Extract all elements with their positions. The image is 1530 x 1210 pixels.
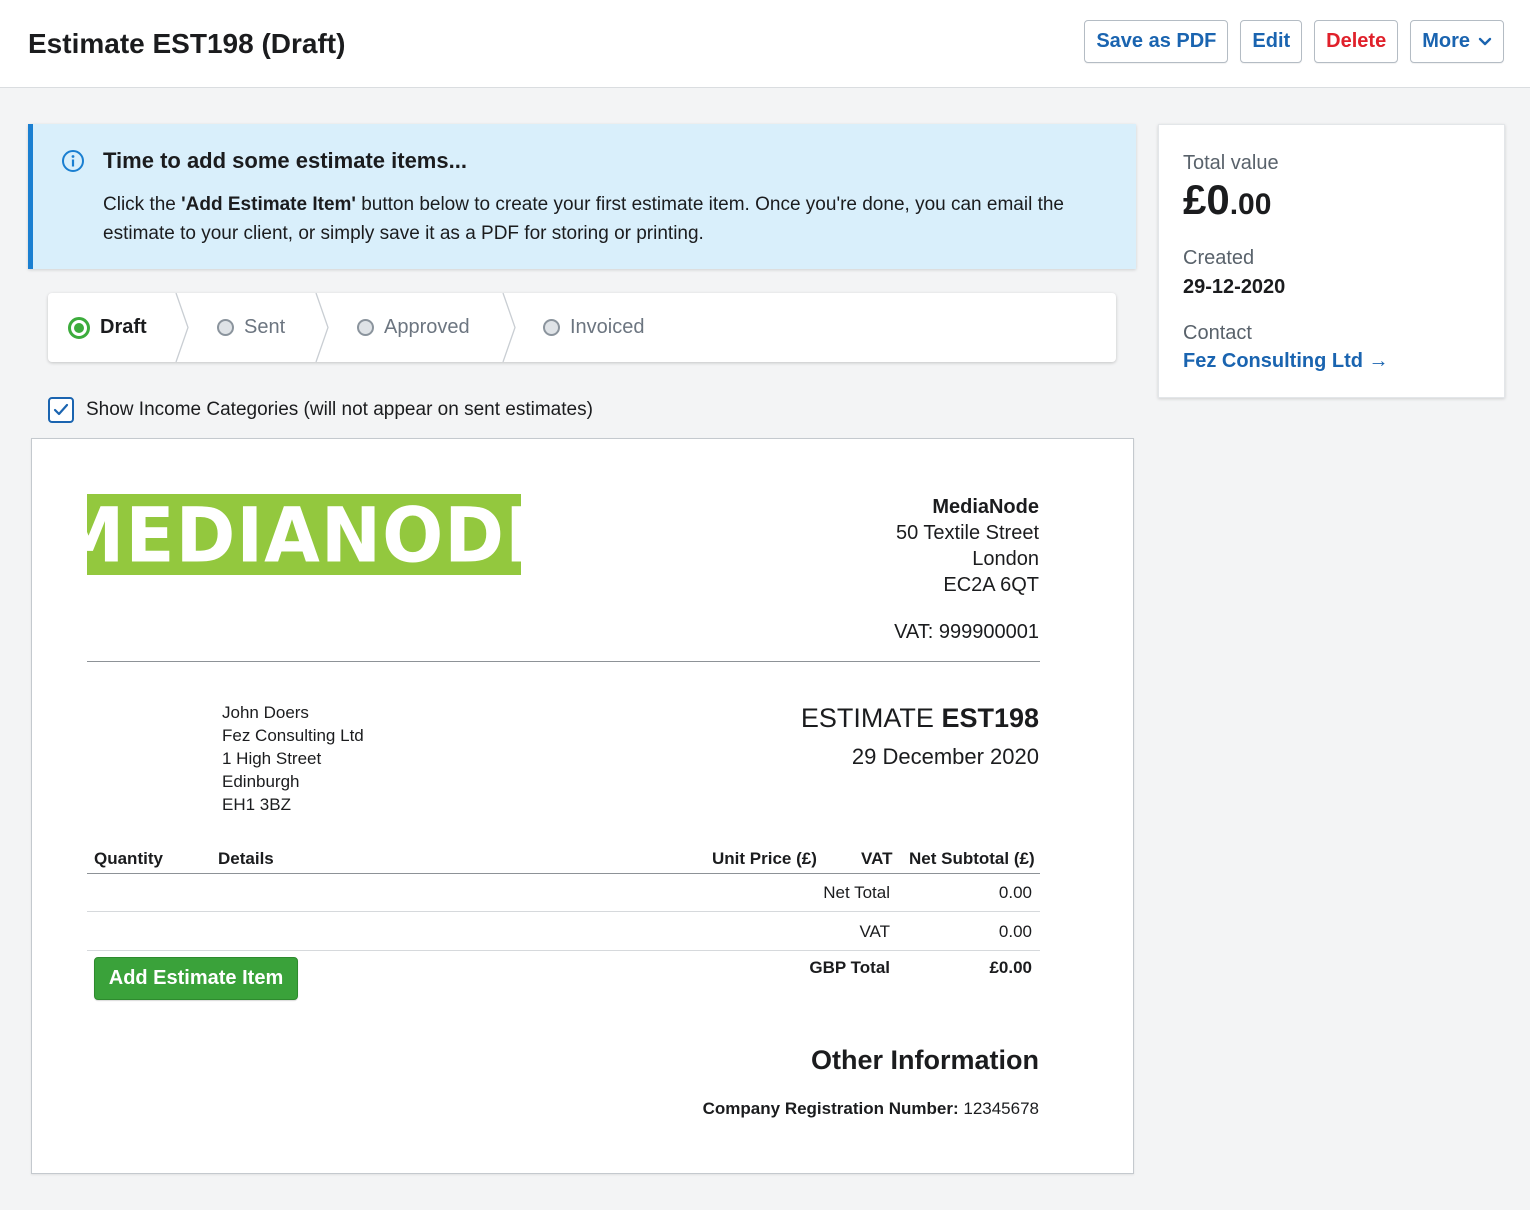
- gbp-total-value: £0.00: [989, 958, 1032, 977]
- step-label: Invoiced: [570, 316, 645, 338]
- income-categories-checkbox[interactable]: [48, 397, 74, 423]
- step-draft: Draft: [68, 293, 147, 362]
- client-street: 1 High Street: [222, 749, 322, 768]
- step-label: Sent: [244, 316, 286, 338]
- edit-button[interactable]: Edit: [1240, 20, 1303, 63]
- step-label: Approved: [384, 316, 470, 338]
- company-address: MediaNode 50 Textile Street London EC2A …: [896, 494, 1039, 598]
- logo-text: MEDIANODE: [52, 490, 556, 579]
- company-logo: MEDIANODE: [53, 494, 554, 575]
- step-active-icon: [68, 316, 90, 339]
- income-categories-row: Show Income Categories (will not appear …: [48, 397, 593, 423]
- add-estimate-item-button[interactable]: Add Estimate Item: [94, 957, 298, 1000]
- client-postcode: EH1 3BZ: [222, 795, 291, 814]
- delete-button[interactable]: Delete: [1314, 20, 1399, 63]
- registration-value: 12345678: [963, 1099, 1039, 1118]
- top-actions: Save as PDF Edit Delete More: [1084, 20, 1504, 63]
- top-bar: Estimate EST198 (Draft) Save as PDF Edit…: [0, 0, 1530, 88]
- divider: [87, 661, 1040, 662]
- checkmark-icon: [53, 403, 69, 416]
- estimate-title: ESTIMATE EST198: [801, 703, 1039, 734]
- step-label: Draft: [100, 316, 147, 338]
- status-steps: Draft Sent Approved Invoiced: [48, 293, 1116, 362]
- total-value: £0.00: [1183, 176, 1271, 224]
- total-value-label: Total value: [1183, 152, 1279, 174]
- column-header-unit-price: Unit Price (£): [712, 849, 817, 868]
- banner-text: Click the 'Add Estimate Item' button bel…: [103, 190, 1123, 248]
- banner-title: Time to add some estimate items...: [103, 148, 467, 173]
- save-as-pdf-button[interactable]: Save as PDF: [1084, 20, 1229, 63]
- client-address: John Doers Fez Consulting Ltd 1 High Str…: [222, 701, 364, 816]
- step-separator: [502, 293, 516, 362]
- step-approved: Approved: [357, 293, 470, 362]
- column-header-quantity: Quantity: [94, 849, 163, 868]
- company-vat: VAT: 999900001: [894, 621, 1039, 643]
- company-street: 50 Textile Street: [895, 522, 1039, 544]
- contact-link[interactable]: Fez Consulting Ltd →: [1183, 350, 1389, 373]
- income-categories-label[interactable]: Show Income Categories (will not appear …: [86, 399, 593, 421]
- client-person: John Doers: [222, 703, 309, 722]
- estimate-summary-card: Total value £0.00 Created 29-12-2020 Con…: [1158, 124, 1505, 398]
- table-row-rule: [87, 911, 1040, 912]
- step-separator: [315, 293, 329, 362]
- more-button[interactable]: More: [1410, 20, 1504, 63]
- step-inactive-icon: [543, 319, 560, 336]
- table-row-rule: [87, 950, 1040, 951]
- created-label: Created: [1183, 247, 1255, 269]
- table-header-rule: [87, 873, 1040, 874]
- more-button-label: More: [1422, 30, 1470, 52]
- gbp-total-label: GBP Total: [809, 958, 890, 977]
- column-header-details: Details: [218, 849, 274, 868]
- estimate-document: MEDIANODE MediaNode 50 Textile Street Lo…: [31, 438, 1134, 1174]
- banner-text-bold: 'Add Estimate Item': [181, 194, 356, 215]
- client-company: Fez Consulting Ltd: [222, 726, 364, 745]
- company-city: London: [972, 548, 1039, 570]
- step-inactive-icon: [217, 319, 234, 336]
- registration-label: Company Registration Number:: [702, 1099, 959, 1118]
- net-total-label: Net Total: [823, 883, 890, 902]
- client-city: Edinburgh: [222, 772, 300, 791]
- banner-text-before: Click the: [103, 194, 182, 215]
- column-header-vat: VAT: [861, 849, 893, 868]
- estimate-label: ESTIMATE: [800, 703, 934, 733]
- info-icon: [62, 150, 84, 172]
- step-inactive-icon: [357, 319, 374, 336]
- contact-label: Contact: [1183, 322, 1252, 344]
- page-title: Estimate EST198 (Draft): [28, 28, 346, 59]
- estimate-number: EST198: [941, 703, 1039, 733]
- estimate-date: 29 December 2020: [851, 744, 1039, 769]
- step-sent: Sent: [217, 293, 285, 362]
- vat-total-value: 0.00: [998, 922, 1032, 941]
- company-name: MediaNode: [932, 496, 1039, 518]
- info-banner: Time to add some estimate items... Click…: [28, 124, 1136, 269]
- total-value-decimals: .00: [1229, 188, 1272, 221]
- vat-total-label: VAT: [859, 922, 890, 941]
- company-postcode: EC2A 6QT: [943, 574, 1039, 596]
- other-information-title: Other Information: [811, 1045, 1039, 1075]
- company-registration: Company Registration Number: 12345678: [703, 1099, 1039, 1119]
- total-value-main: £0: [1183, 176, 1230, 223]
- step-invoiced: Invoiced: [543, 293, 645, 362]
- net-total-value: 0.00: [998, 883, 1032, 902]
- step-separator: [175, 293, 189, 362]
- created-value: 29-12-2020: [1183, 276, 1286, 298]
- column-header-net-subtotal: Net Subtotal (£): [909, 849, 1035, 868]
- chevron-down-icon: [1478, 37, 1492, 45]
